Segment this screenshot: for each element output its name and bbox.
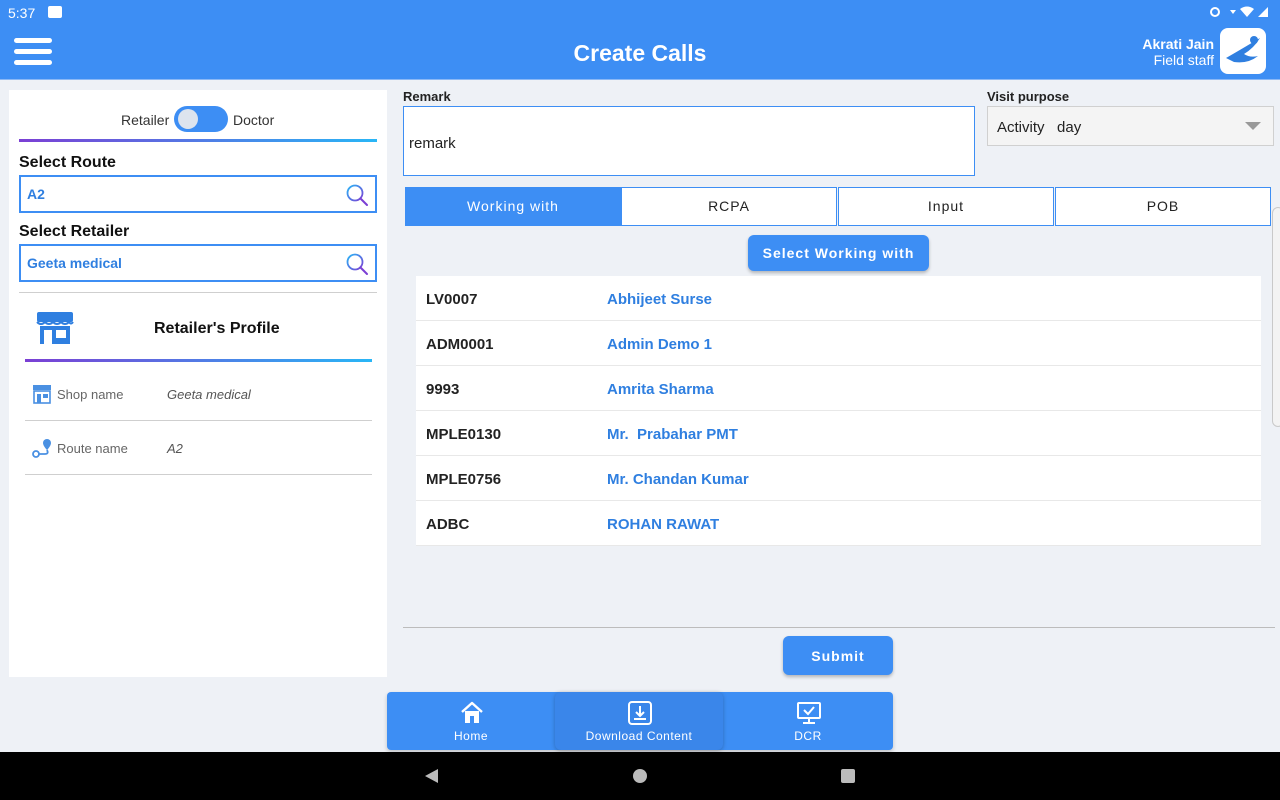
select-working-with-button[interactable]: Select Working with — [748, 235, 929, 271]
tab-input[interactable]: Input — [838, 187, 1054, 226]
tab-rcpa[interactable]: RCPA — [621, 187, 837, 226]
gradient-divider — [25, 359, 372, 362]
tab-working-with[interactable]: Working with — [405, 187, 621, 226]
list-item[interactable]: 9993 Amrita Sharma — [416, 366, 1261, 411]
app-logo-icon — [1226, 36, 1260, 63]
nav-dcr[interactable]: DCR — [724, 692, 892, 750]
retailer-profile-title: Retailer's Profile — [154, 320, 280, 337]
status-icons — [1210, 5, 1270, 22]
status-bar: 5:37 — [0, 0, 1280, 26]
nav-download-content[interactable]: Download Content — [555, 692, 723, 750]
nav-home[interactable]: Home — [387, 692, 555, 750]
route-field[interactable] — [19, 175, 377, 213]
remark-textarea[interactable]: remark — [404, 107, 974, 175]
list-item[interactable]: ADM0001 Admin Demo 1 — [416, 321, 1261, 366]
working-with-list: LV0007 Abhijeet Surse ADM0001 Admin Demo… — [416, 276, 1261, 546]
retailer-field[interactable] — [19, 244, 377, 282]
search-icon[interactable] — [345, 252, 369, 276]
download-icon — [628, 701, 652, 725]
employee-code: MPLE0756 — [426, 471, 502, 488]
call-tabs: Working with RCPA Input POB — [405, 187, 1271, 226]
tab-pob[interactable]: POB — [1055, 187, 1271, 226]
visit-purpose-label: Visit purpose — [987, 89, 1070, 104]
recents-icon[interactable] — [841, 769, 855, 783]
employee-code: LV0007 — [426, 291, 478, 308]
wifi-icon — [1210, 6, 1268, 17]
gradient-divider — [19, 139, 377, 142]
visit-purpose-select[interactable]: Activity day — [987, 106, 1274, 146]
profile-row-route-name: Route name A2 — [25, 421, 372, 475]
select-retailer-label: Select Retailer — [19, 223, 130, 240]
profile-value: Geeta medical — [167, 387, 251, 402]
profile-row-shop-name: Shop name Geeta medical — [25, 367, 372, 421]
list-item[interactable]: LV0007 Abhijeet Surse — [416, 276, 1261, 321]
left-panel: Retailer Doctor Select Route Select Reta… — [9, 90, 387, 677]
employee-name: Admin Demo 1 — [607, 336, 713, 353]
divider — [403, 627, 1275, 628]
home-icon — [461, 701, 483, 723]
retailer-doctor-toggle[interactable] — [174, 106, 228, 132]
user-role: Field staff — [1153, 52, 1214, 68]
employee-code: ADM0001 — [426, 336, 494, 353]
employee-code: 9993 — [426, 381, 460, 398]
retailer-input[interactable] — [21, 246, 321, 280]
remark-field[interactable]: remark — [403, 106, 975, 176]
list-item[interactable]: MPLE0130 Mr. Prabahar PMT — [416, 411, 1261, 456]
status-time: 5:37 — [8, 5, 36, 21]
toggle-knob — [178, 109, 198, 129]
chevron-down-icon — [1245, 122, 1261, 130]
nav-label: Download Content — [585, 729, 693, 743]
profile-key: Shop name — [57, 387, 124, 402]
side-drawer-handle[interactable] — [1272, 207, 1280, 427]
toggle-label-doctor: Doctor — [233, 112, 275, 128]
employee-name: Abhijeet Surse — [607, 291, 713, 308]
back-icon[interactable] — [425, 769, 438, 783]
system-nav-bar — [0, 752, 1280, 800]
visit-purpose-value: Activity day — [997, 119, 1082, 136]
profile-value: A2 — [167, 441, 183, 456]
employee-name: Mr. Prabahar PMT — [607, 426, 738, 443]
user-name: Akrati Jain — [1142, 36, 1214, 52]
employee-name: Mr. Chandan Kumar — [607, 471, 749, 488]
gallery-icon — [48, 6, 62, 18]
shop-icon — [33, 385, 51, 404]
employee-code: ADBC — [426, 516, 470, 533]
employee-name: Amrita Sharma — [607, 381, 714, 398]
shop-icon — [36, 312, 74, 344]
list-item[interactable]: MPLE0756 Mr. Chandan Kumar — [416, 456, 1261, 501]
app-bar: Create Calls Akrati Jain Field staff — [0, 26, 1280, 80]
user-info: Akrati Jain Field staff — [1142, 36, 1214, 68]
employee-code: MPLE0130 — [426, 426, 502, 443]
divider — [19, 292, 377, 293]
search-icon[interactable] — [345, 183, 369, 207]
select-route-label: Select Route — [19, 154, 116, 171]
profile-key: Route name — [57, 441, 128, 456]
remark-label: Remark — [403, 89, 451, 104]
bottom-nav: Home Download Content DCR — [387, 692, 893, 750]
route-input[interactable] — [21, 177, 321, 211]
toggle-label-retailer: Retailer — [121, 112, 170, 128]
list-item[interactable]: ADBC ROHAN RAWAT — [416, 501, 1261, 546]
avatar[interactable] — [1220, 28, 1266, 74]
route-icon — [32, 439, 51, 458]
nav-label: DCR — [794, 729, 822, 743]
nav-label: Home — [453, 729, 488, 743]
employee-name: ROHAN RAWAT — [607, 516, 720, 533]
monitor-check-icon — [797, 702, 821, 724]
submit-button[interactable]: Submit — [783, 636, 893, 675]
home-circle-icon[interactable] — [633, 769, 647, 783]
page-title: Create Calls — [573, 40, 707, 66]
type-toggle-row: Retailer Doctor — [9, 104, 387, 134]
